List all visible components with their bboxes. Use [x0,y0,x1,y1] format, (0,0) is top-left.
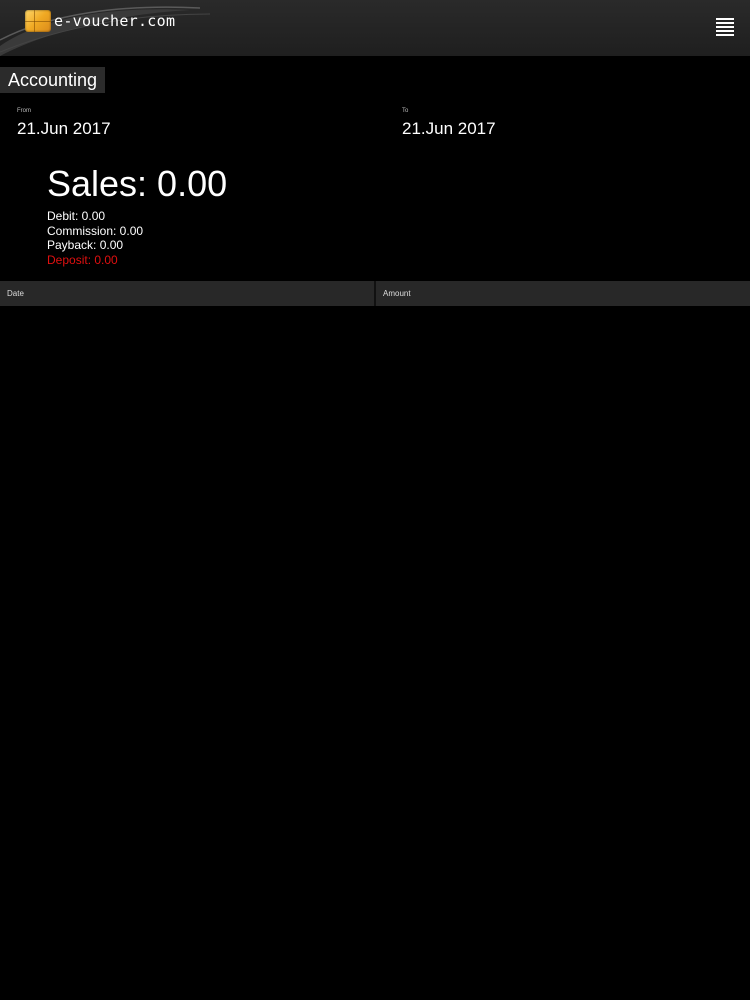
accounting-summary: Sales: 0.00 Debit: 0.00 Commission: 0.00… [47,163,227,268]
chip-icon [25,10,51,32]
menu-bar [716,34,734,36]
menu-bar [716,18,734,20]
column-header-amount[interactable]: Amount [376,281,750,306]
menu-bar [716,30,734,32]
page-title: Accounting [0,67,106,93]
menu-bar [716,22,734,24]
menu-bar [716,26,734,28]
hamburger-menu-icon[interactable] [716,18,734,36]
app-header: e-voucher.com [0,0,750,56]
commission-line: Commission: 0.00 [47,223,144,238]
from-date-value: 21.Jun 2017 [17,119,111,138]
sales-total: Sales: 0.00 [47,163,228,204]
from-date-label: From [17,108,31,114]
from-date-picker[interactable]: From 21.Jun 2017 [17,107,111,139]
deposit-line: Deposit: 0.00 [47,253,118,268]
table-body [0,306,750,1000]
debit-line: Debit: 0.00 [47,209,106,223]
app-root: e-voucher.com Accounting From 21.Jun 201… [0,0,750,1000]
summary-breakdown: Debit: 0.00 Commission: 0.00 Payback: 0.… [47,209,227,268]
table-header: Date Amount [0,281,750,306]
payback-line: Payback: 0.00 [47,238,124,253]
to-date-picker[interactable]: To 21.Jun 2017 [402,107,496,139]
logo-text: e-voucher.com [54,12,176,30]
brand-logo[interactable]: e-voucher.com [25,10,175,32]
to-date-value: 21.Jun 2017 [402,119,496,138]
to-date-label: To [402,108,409,114]
column-header-date[interactable]: Date [0,281,374,306]
